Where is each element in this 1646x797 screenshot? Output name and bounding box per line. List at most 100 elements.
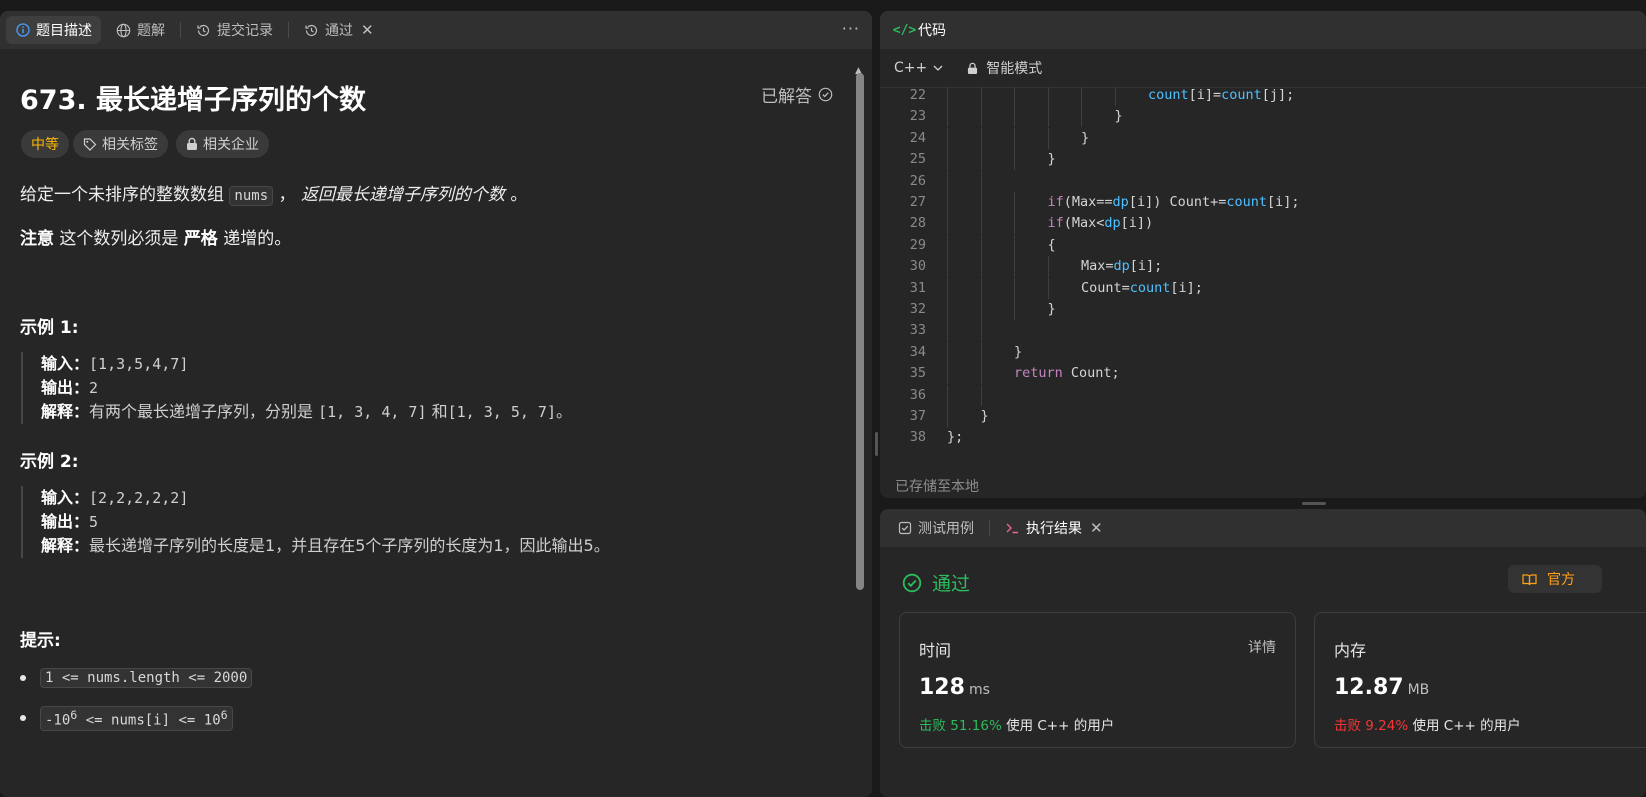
info-icon xyxy=(15,23,30,38)
lock-icon xyxy=(967,62,978,75)
related-companies-button[interactable]: 相关企业 xyxy=(176,130,269,158)
line-number: 28 xyxy=(909,215,926,232)
code-line[interactable]: 30 Max=dp[i]; xyxy=(880,256,1646,278)
tab-result[interactable]: 执行结果 ✕ xyxy=(996,514,1112,542)
code-line[interactable]: 34} xyxy=(880,341,1646,363)
line-number: 33 xyxy=(909,322,926,339)
line-number: 26 xyxy=(909,172,926,189)
runtime-beat: 击败 51.16% 使用 C++ 的用户 xyxy=(919,714,1114,734)
tab-accepted[interactable]: 通过 ✕ xyxy=(295,16,383,44)
code-token: } xyxy=(1014,343,1023,360)
code-line[interactable]: 33 xyxy=(880,320,1646,342)
line-number: 38 xyxy=(909,429,926,446)
code-text: Count=count[i]; xyxy=(1081,278,1203,299)
code-text: } xyxy=(1048,149,1056,170)
code-token: count xyxy=(1129,279,1171,296)
indent-guide xyxy=(980,149,982,171)
example-input: 输入：[1,3,5,4,7] xyxy=(41,352,572,376)
code-toolbar: C++ 智能模式 xyxy=(880,49,1646,88)
related-tags-button[interactable]: 相关标签 xyxy=(73,130,168,158)
code-line[interactable]: 23} xyxy=(880,106,1646,128)
mode-label: 智能模式 xyxy=(986,61,1043,77)
problem-description: 给定一个未排序的整数数组 nums ， 返回最长递增子序列的个数 。 xyxy=(20,180,527,206)
code-line[interactable]: 35 return Count; xyxy=(880,363,1646,385)
indent-guide xyxy=(1014,87,1015,106)
code-token: Count= xyxy=(1081,279,1130,296)
runtime-label: 时间 xyxy=(919,641,952,660)
indent-guide xyxy=(947,277,948,299)
memory-label: 内存 xyxy=(1334,641,1367,660)
close-icon[interactable]: ✕ xyxy=(361,21,374,39)
language-select[interactable]: C++ xyxy=(894,60,943,76)
difficulty-badge[interactable]: 中等 xyxy=(21,130,69,158)
code-icon: </> xyxy=(892,22,917,38)
hints-heading: 提示: xyxy=(20,631,61,651)
code-text: } xyxy=(1014,342,1022,363)
code-token: } xyxy=(1047,151,1056,168)
indent-guide xyxy=(947,127,948,149)
code-token: [j]; xyxy=(1261,87,1295,103)
status-label: 通过 xyxy=(932,573,971,595)
code-token: Count; xyxy=(1062,365,1120,382)
check-circle-icon xyxy=(818,87,833,102)
tab-label: 执行结果 xyxy=(1026,521,1082,537)
terminal-icon xyxy=(1005,521,1020,536)
tab-submissions[interactable]: 提交记录 xyxy=(187,16,282,44)
saved-status: 已存储至本地 xyxy=(895,479,979,495)
code-token: } xyxy=(980,408,989,424)
indent-guide xyxy=(947,299,948,320)
tab-code[interactable]: </> 代码 xyxy=(888,16,955,44)
example-block: 输入：[1,3,5,4,7] 输出：2 解释：有两个最长递增子序列，分别是 [1… xyxy=(21,352,572,424)
code-line[interactable]: 24} xyxy=(880,127,1646,149)
vertical-resize-handle[interactable] xyxy=(875,432,878,456)
runtime-card[interactable]: 时间 详情 128 ms 击败 51.16% 使用 C++ 的用户 xyxy=(899,612,1296,748)
official-solution-button[interactable]: 官方 xyxy=(1508,565,1602,593)
tab-description[interactable]: 题目描述 xyxy=(6,16,101,44)
code-token: { xyxy=(1047,236,1056,253)
beat-percent: 击败 51.16% xyxy=(919,718,1002,734)
code-line[interactable]: 27 if(Max==dp[i]) Count+=count[i]; xyxy=(880,192,1646,213)
tab-solutions[interactable]: 题解 xyxy=(107,16,174,44)
code-token: if xyxy=(1047,194,1064,210)
book-icon xyxy=(1522,573,1537,586)
tab-testcases[interactable]: 测试用例 xyxy=(888,514,983,542)
memory-value: 12.87 MB xyxy=(1334,675,1429,700)
result-tabbar: 测试用例 执行结果 ✕ xyxy=(880,509,1646,547)
indent-guide xyxy=(1047,106,1049,128)
code-line[interactable]: 22 count[i]=count[j]; xyxy=(880,87,1646,106)
example-heading: 示例 1: xyxy=(20,318,79,338)
code-text: if(Max==dp[i]) Count+=count[i]; xyxy=(1048,192,1300,213)
line-number: 31 xyxy=(909,279,926,296)
code-text: return Count; xyxy=(1014,363,1120,384)
code-editor[interactable]: 22 count[i]=count[j]; 23} 24} 25} 26 27 if(Max=… xyxy=(880,87,1646,447)
code-line[interactable]: 28 if(Max<dp[i]) xyxy=(880,213,1646,235)
panel-resize-handle[interactable] xyxy=(1302,502,1326,505)
memory-card[interactable]: 内存 12.87 MB 击败 9.24% 使用 C++ 的用户 xyxy=(1314,612,1646,748)
output-value: 5 xyxy=(89,513,99,531)
indent-guide xyxy=(980,213,982,235)
history-icon xyxy=(196,23,211,38)
smart-mode-toggle[interactable]: 智能模式 xyxy=(967,58,1042,78)
indent-guide xyxy=(1014,277,1015,299)
indent-guide xyxy=(980,384,982,406)
indent-guide xyxy=(947,363,948,385)
code-line[interactable]: 37} xyxy=(880,406,1646,427)
code-line[interactable]: 32} xyxy=(880,299,1646,320)
code-line[interactable]: 38}; xyxy=(880,427,1646,447)
code-line[interactable]: 31 Count=count[i]; xyxy=(880,277,1646,299)
close-icon[interactable]: ✕ xyxy=(1090,519,1103,537)
code-text: }; xyxy=(947,427,963,447)
bullet-dot xyxy=(20,715,26,722)
desc-emphasis: 返回最长递增子序列的个数 xyxy=(300,185,505,205)
chevron-down-icon xyxy=(933,65,943,71)
code-line[interactable]: 26 xyxy=(880,170,1646,192)
code-line[interactable]: 29 { xyxy=(880,234,1646,256)
code-line[interactable]: 36 xyxy=(880,384,1646,406)
code-line[interactable]: 25} xyxy=(880,149,1646,171)
constraint-item: -106 <= nums[i] <= 106 xyxy=(20,706,233,731)
clock-icon xyxy=(304,23,319,38)
scrollbar[interactable] xyxy=(856,73,864,590)
details-link[interactable]: 详情 xyxy=(1248,637,1276,657)
more-icon[interactable]: ··· xyxy=(842,19,860,38)
example-block: 输入：[2,2,2,2,2] 输出：5 解释：最长递增子序列的长度是1，并且存在… xyxy=(21,486,610,558)
